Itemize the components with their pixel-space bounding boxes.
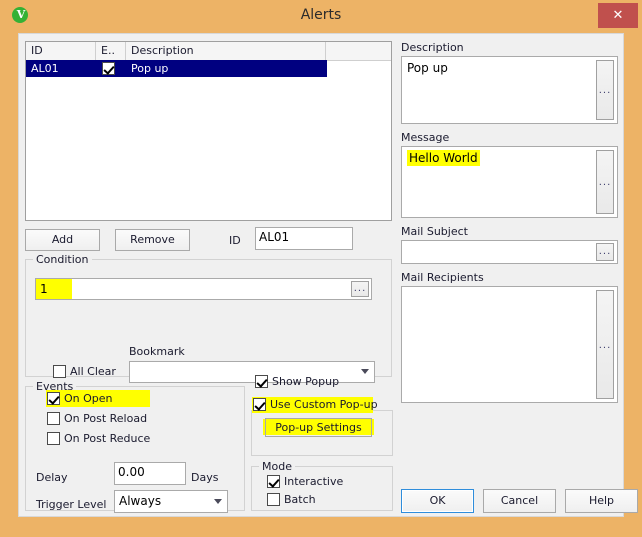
use-custom-popup-label: Use Custom Pop-up (270, 398, 378, 411)
on-post-reload-checkbox[interactable] (47, 412, 60, 425)
interactive-checkbox[interactable] (267, 475, 280, 488)
mail-subject-ellipsis-button[interactable]: ... (596, 243, 614, 261)
condition-expression-value: 1 (36, 279, 72, 299)
all-clear-label: All Clear (70, 365, 116, 378)
row-enabled-checkbox[interactable] (102, 62, 115, 75)
mode-group-label: Mode (259, 460, 295, 473)
remove-button[interactable]: Remove (115, 229, 190, 251)
delay-label: Delay (36, 471, 68, 484)
show-popup-label: Show Popup (272, 375, 340, 388)
trigger-level-value: Always (119, 494, 162, 508)
cell-description: Pop up (131, 62, 169, 75)
on-post-reload-label: On Post Reload (64, 412, 148, 425)
id-label: ID (229, 234, 241, 247)
window-title: Alerts (300, 7, 342, 23)
on-open-label: On Open (64, 392, 113, 405)
ok-button[interactable]: OK (401, 489, 474, 513)
delay-input[interactable]: 0.00 (114, 462, 186, 485)
close-icon[interactable]: ✕ (598, 3, 638, 28)
alerts-dialog-window: V Alerts ✕ ID E.. Description AL01 Pop u… (0, 0, 642, 537)
mail-subject-label: Mail Subject (401, 225, 468, 238)
id-input[interactable]: AL01 (255, 227, 353, 250)
alerts-list[interactable]: ID E.. Description AL01 Pop up (25, 41, 392, 221)
message-label: Message (401, 131, 450, 144)
column-header-id[interactable]: ID (26, 42, 96, 60)
batch-label: Batch (284, 493, 316, 506)
interactive-label: Interactive (284, 475, 344, 488)
message-textarea[interactable]: Hello World (401, 146, 618, 218)
days-label: Days (191, 471, 219, 484)
cancel-button[interactable]: Cancel (483, 489, 556, 513)
batch-checkbox[interactable] (267, 493, 280, 506)
on-open-checkbox[interactable] (47, 392, 60, 405)
mail-subject-input[interactable] (401, 240, 618, 264)
mail-recipients-textarea[interactable] (401, 286, 618, 403)
trigger-level-label: Trigger Level (36, 498, 107, 511)
condition-expression-input[interactable]: 1 (35, 278, 372, 300)
add-button[interactable]: Add (25, 229, 100, 251)
column-header-enabled[interactable]: E.. (96, 42, 126, 60)
popup-settings-button[interactable]: Pop-up Settings (265, 418, 372, 437)
on-post-reduce-label: On Post Reduce (64, 432, 151, 445)
message-value: Hello World (407, 150, 480, 166)
message-ellipsis-button[interactable]: ... (596, 150, 614, 214)
dialog-body: ID E.. Description AL01 Pop up Add Remov… (18, 33, 638, 517)
description-label: Description (401, 41, 464, 54)
titlebar: V Alerts ✕ (0, 0, 642, 31)
on-post-reduce-checkbox[interactable] (47, 432, 60, 445)
use-custom-popup-checkbox[interactable] (253, 398, 266, 411)
mail-recipients-ellipsis-button[interactable]: ... (596, 290, 614, 399)
alerts-list-header: ID E.. Description (26, 42, 391, 61)
show-popup-checkbox[interactable] (255, 375, 268, 388)
description-textarea[interactable]: Pop up (401, 56, 618, 124)
table-row[interactable]: AL01 Pop up (26, 60, 327, 77)
condition-ellipsis-button[interactable]: ... (351, 281, 369, 297)
trigger-level-select[interactable]: Always (114, 490, 228, 513)
help-button[interactable]: Help (565, 489, 638, 513)
column-header-description[interactable]: Description (126, 42, 326, 60)
all-clear-checkbox[interactable] (53, 365, 66, 378)
description-ellipsis-button[interactable]: ... (596, 60, 614, 120)
condition-group-label: Condition (33, 253, 92, 266)
chevron-down-icon (214, 498, 222, 504)
cell-id: AL01 (31, 62, 59, 75)
bookmark-label: Bookmark (129, 345, 185, 358)
mail-recipients-label: Mail Recipients (401, 271, 484, 284)
condition-group: Condition (25, 253, 392, 377)
chevron-down-icon (361, 369, 369, 374)
